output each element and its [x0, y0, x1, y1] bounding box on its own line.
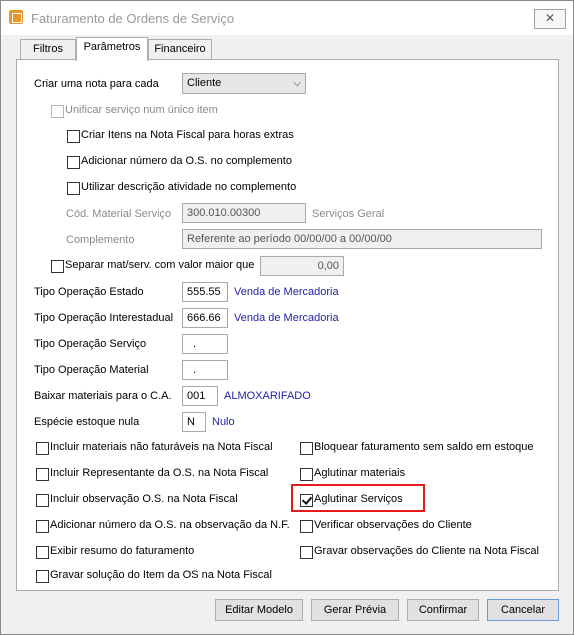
baixar-field[interactable]: 001 [182, 386, 218, 406]
option-checkbox-incluir-materiais[interactable] [36, 442, 49, 455]
option-checkbox-adicionar-numero-nf[interactable] [36, 520, 49, 533]
option-checkbox-exibir-resumo[interactable] [36, 546, 49, 559]
separar-value-field[interactable]: 0,00 [260, 256, 344, 276]
tipo-op-estado-desc: Venda de Mercadoria [234, 286, 339, 298]
complemento-label: Complemento [66, 234, 135, 246]
tab-financeiro[interactable]: Financeiro [148, 39, 212, 60]
option-checkbox-incluir-representante[interactable] [36, 468, 49, 481]
tipo-op-servico-field[interactable]: . [182, 334, 228, 354]
button-label: Confirmar [418, 604, 468, 616]
option-checkbox-aglutinar-servicos[interactable] [300, 494, 313, 507]
option-label: Verificar observações do Cliente [314, 519, 472, 531]
criar-nota-value: Cliente [187, 77, 222, 89]
unificar-label: Unificar serviço num único item [65, 104, 218, 116]
confirmar-button[interactable]: Confirmar [407, 599, 479, 621]
gerar-previa-button[interactable]: Gerar Prévia [311, 599, 399, 621]
tipo-op-servico-label: Tipo Operação Serviço [34, 338, 147, 350]
tipo-op-inter-label: Tipo Operação Interestadual [34, 312, 174, 324]
adicionar-numero-label: Adicionar número da O.S. no complemento [81, 155, 292, 167]
tab-parametros[interactable]: Parâmetros [76, 37, 148, 61]
criar-nota-select[interactable]: Cliente ⌵ [182, 73, 306, 94]
tipo-op-inter-desc: Venda de Mercadoria [234, 312, 339, 324]
cod-material-label: Cód. Material Serviço [66, 208, 172, 220]
cancelar-button[interactable]: Cancelar [487, 599, 559, 621]
tab-label: Filtros [33, 43, 63, 55]
title-bar: Faturamento de Ordens de Serviço ✕ [1, 1, 573, 35]
button-label: Gerar Prévia [323, 604, 387, 616]
option-label: Incluir Representante da O.S. na Nota Fi… [50, 467, 269, 479]
option-label: Bloquear faturamento sem saldo em estoqu… [314, 441, 534, 453]
option-checkbox-gravar-solucao[interactable] [36, 570, 49, 583]
baixar-label: Baixar materiais para o C.A. [34, 390, 172, 402]
option-label: Aglutinar materiais [314, 467, 406, 479]
button-label: Editar Modelo [225, 604, 293, 616]
app-icon [9, 10, 23, 24]
button-label: Cancelar [500, 604, 546, 616]
utilizar-descricao-label: Utilizar descrição atividade no compleme… [81, 181, 297, 193]
separar-checkbox[interactable] [51, 260, 64, 273]
tab-panel-parametros: Criar uma nota para cada Cliente ⌵ Unifi… [16, 59, 559, 591]
window-title: Faturamento de Ordens de Serviço [31, 11, 235, 26]
tab-filtros[interactable]: Filtros [20, 39, 76, 60]
tipo-op-estado-field[interactable]: 555.55 [182, 282, 228, 302]
option-label: Adicionar número da O.S. na observação d… [50, 519, 290, 531]
option-label: Gravar solução do Item da OS na Nota Fis… [50, 569, 272, 581]
cod-material-desc: Serviços Geral [312, 208, 385, 220]
option-label: Aglutinar Serviços [314, 493, 403, 505]
option-label: Gravar observações do Cliente na Nota Fi… [314, 545, 539, 557]
tab-label: Parâmetros [83, 41, 141, 53]
close-icon: ✕ [544, 11, 556, 25]
tipo-op-estado-label: Tipo Operação Estado [34, 286, 144, 298]
criar-itens-checkbox[interactable] [67, 130, 80, 143]
unificar-checkbox[interactable] [51, 105, 64, 118]
option-checkbox-bloquear-faturamento[interactable] [300, 442, 313, 455]
option-checkbox-gravar-observacoes[interactable] [300, 546, 313, 559]
tab-label: Financeiro [154, 43, 206, 55]
especie-field[interactable]: N [182, 412, 206, 432]
option-checkbox-incluir-observacao[interactable] [36, 494, 49, 507]
option-label: Incluir observação O.S. na Nota Fiscal [50, 493, 238, 505]
close-button[interactable]: ✕ [534, 9, 566, 29]
criar-itens-label: Criar Itens na Nota Fiscal para horas ex… [81, 129, 294, 141]
chevron-down-icon: ⌵ [293, 78, 301, 89]
utilizar-descricao-checkbox[interactable] [67, 182, 80, 195]
especie-desc: Nulo [212, 416, 235, 428]
adicionar-numero-checkbox[interactable] [67, 156, 80, 169]
option-label: Exibir resumo do faturamento [50, 545, 195, 557]
criar-nota-label: Criar uma nota para cada [34, 78, 159, 90]
option-checkbox-verificar-observacoes[interactable] [300, 520, 313, 533]
editar-modelo-button[interactable]: Editar Modelo [215, 599, 303, 621]
option-label: Incluir materiais não faturáveis na Nota… [50, 441, 273, 453]
separar-label: Separar mat/serv. com valor maior que [65, 259, 255, 271]
option-checkbox-aglutinar-materiais[interactable] [300, 468, 313, 481]
tipo-op-inter-field[interactable]: 666.66 [182, 308, 228, 328]
complemento-field[interactable]: Referente ao período 00/00/00 a 00/00/00 [182, 229, 542, 249]
baixar-desc: ALMOXARIFADO [224, 390, 311, 402]
tipo-op-material-label: Tipo Operação Material [34, 364, 149, 376]
cod-material-field[interactable]: 300.010.00300 [182, 203, 306, 223]
especie-label: Espécie estoque nula [34, 416, 140, 428]
tipo-op-material-field[interactable]: . [182, 360, 228, 380]
